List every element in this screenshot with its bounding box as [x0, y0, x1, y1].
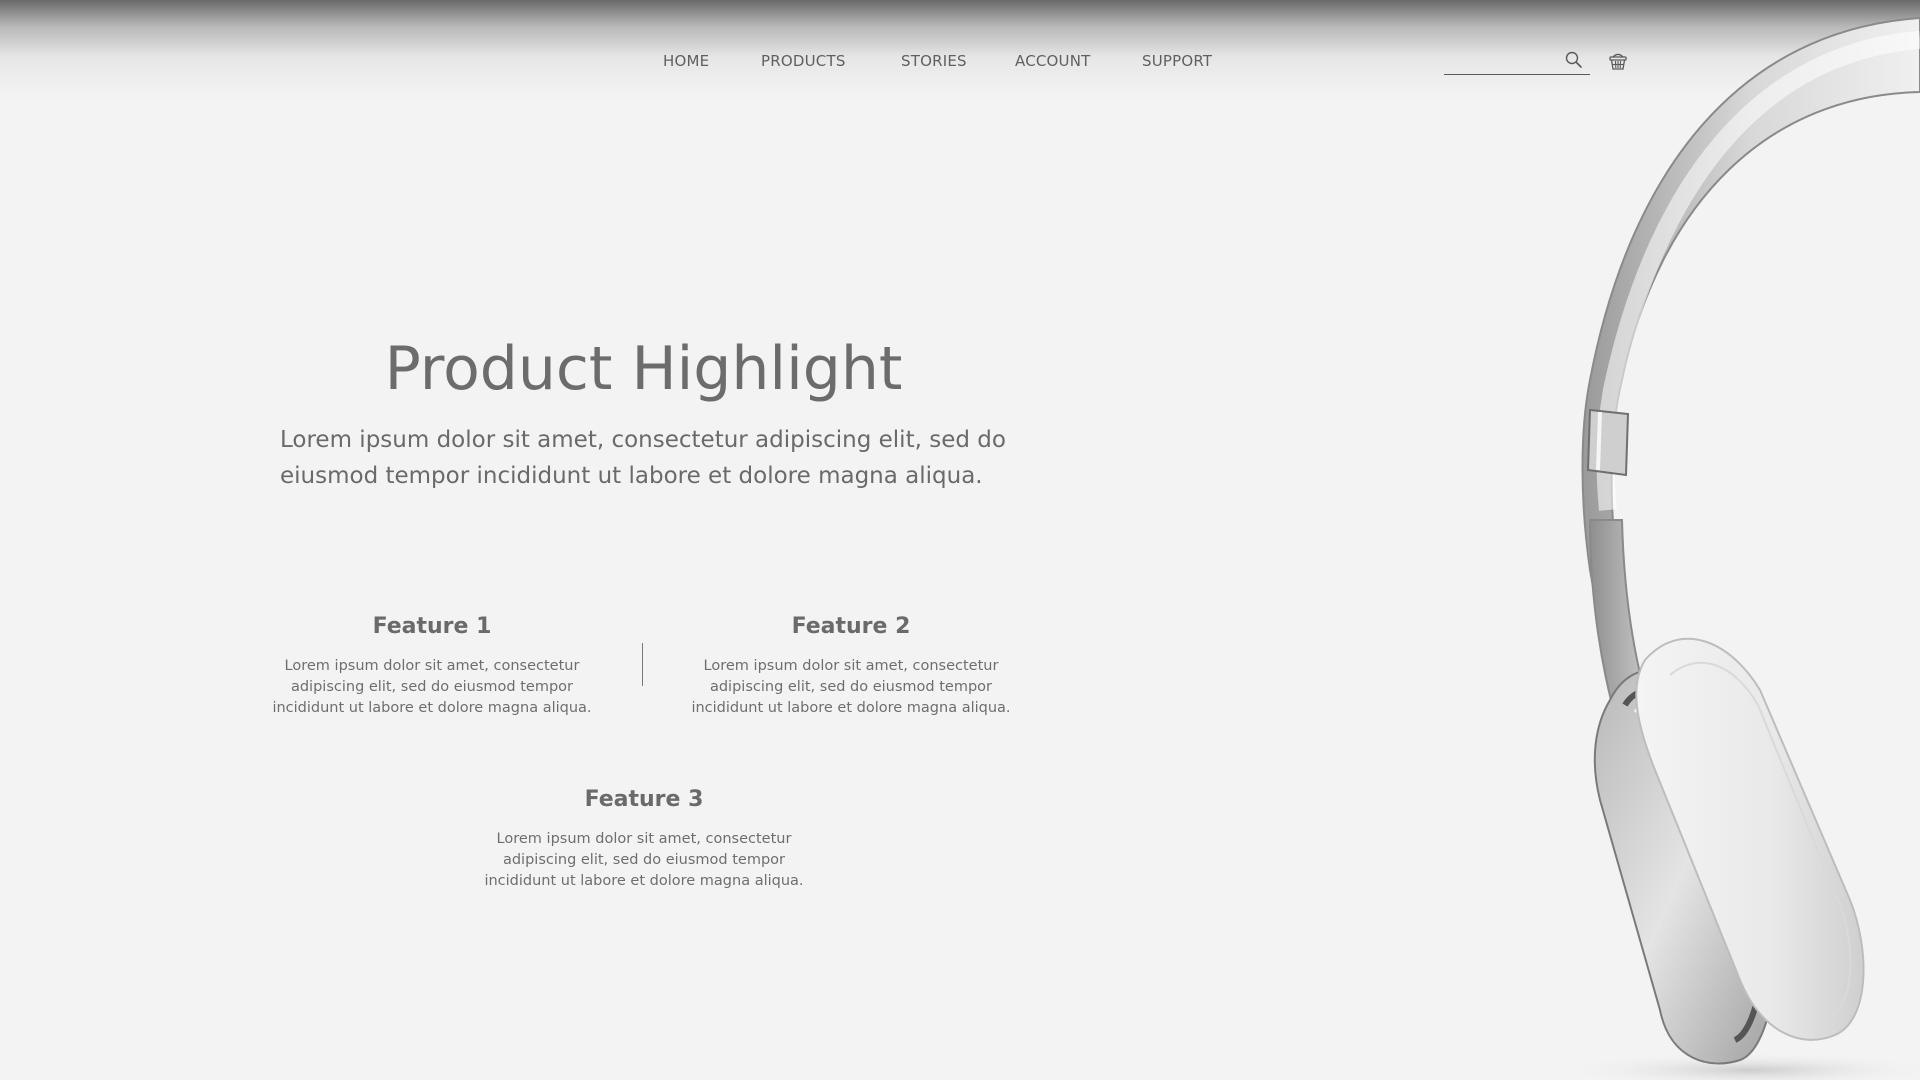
hero-title: Product Highlight — [384, 334, 903, 404]
feature-card-2: Feature 2 Lorem ipsum dolor sit amet, co… — [686, 614, 1016, 719]
nav-item-home[interactable]: HOME — [663, 52, 709, 70]
feature-text: Lorem ipsum dolor sit amet, consectetur … — [484, 831, 804, 889]
hero-description: Lorem ipsum dolor sit amet, consectetur … — [280, 427, 1006, 489]
headphones-image — [1560, 16, 1920, 1080]
feature-title: Feature 1 — [372, 614, 492, 639]
feature-card-3: Feature 3 Lorem ipsum dolor sit amet, co… — [479, 787, 809, 892]
feature-text: Lorem ipsum dolor sit amet, consectetur … — [272, 658, 592, 716]
nav-item-stories[interactable]: STORIES — [901, 52, 967, 70]
nav-item-support[interactable]: SUPPORT — [1142, 52, 1212, 70]
feature-text: Lorem ipsum dolor sit amet, consectetur … — [691, 658, 1011, 716]
feature-card-1: Feature 1 Lorem ipsum dolor sit amet, co… — [267, 614, 597, 719]
nav-item-products[interactable]: PRODUCTS — [761, 52, 846, 70]
feature-title: Feature 2 — [791, 614, 911, 639]
page: HOME PRODUCTS STORIES ACCOUNT SUPPORT Pr… — [0, 0, 1920, 1080]
feature-title: Feature 3 — [584, 787, 704, 812]
nav-item-account[interactable]: ACCOUNT — [1015, 52, 1091, 70]
feature-divider — [642, 643, 643, 686]
